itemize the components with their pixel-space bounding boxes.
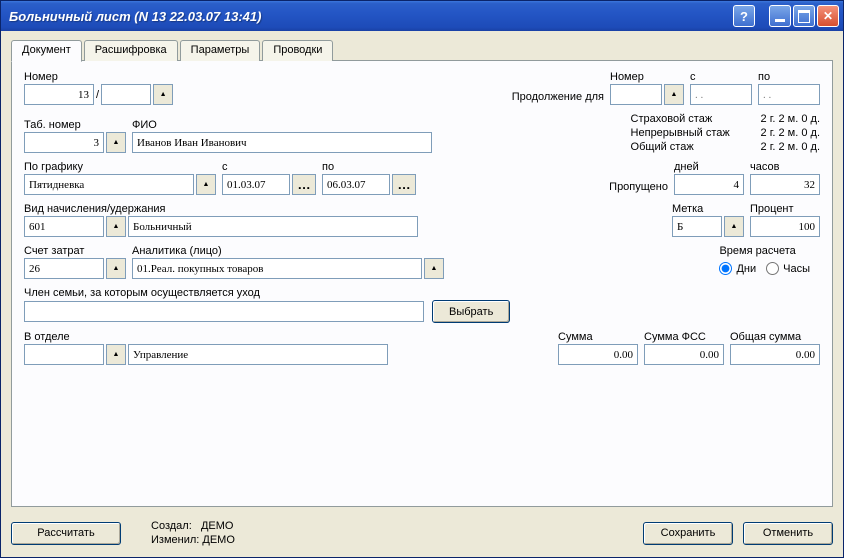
fss-input[interactable] (644, 344, 724, 365)
window-title: Больничный лист (N 13 22.03.07 13:41) (9, 9, 733, 24)
family-input[interactable] (24, 301, 424, 322)
schedule-label: По графику (24, 161, 216, 173)
cost-acc-input[interactable] (24, 258, 104, 279)
tab-document[interactable]: Документ (11, 40, 82, 62)
tabno-input[interactable] (24, 132, 104, 153)
number-sub-input[interactable] (101, 84, 151, 105)
number-slash: / (96, 89, 99, 101)
cancel-button[interactable]: Отменить (743, 522, 833, 545)
analytics-dropdown-icon[interactable] (424, 258, 444, 279)
mark-input[interactable] (672, 216, 722, 237)
select-button[interactable]: Выбрать (432, 300, 510, 323)
accrual-code-input[interactable] (24, 216, 104, 237)
dept-name-input[interactable] (128, 344, 388, 365)
accrual-label: Вид начисления/удержания (24, 203, 418, 215)
continuation-label: Продолжение для (512, 91, 604, 103)
fss-label: Сумма ФСС (644, 331, 724, 343)
tab-decoding[interactable]: Расшифровка (84, 40, 178, 61)
number-input[interactable] (24, 84, 94, 105)
mark-label: Метка (672, 203, 744, 215)
maximize-button[interactable] (793, 5, 815, 27)
accrual-code-dropdown-icon[interactable] (106, 216, 126, 237)
tot-stazh-label: Общий стаж (631, 141, 751, 153)
tab-postings[interactable]: Проводки (262, 40, 333, 61)
radio-hours[interactable]: Часы (766, 262, 810, 275)
cont-to-input[interactable] (758, 84, 820, 105)
missed-label: Пропущено (609, 181, 668, 193)
sched-to-picker-icon[interactable] (392, 174, 416, 195)
audit-info: Создал: ДЕМО Изменил: ДЕМО (151, 519, 235, 547)
hours-label: часов (750, 161, 820, 173)
fio-input[interactable] (132, 132, 432, 153)
titlebar: Больничный лист (N 13 22.03.07 13:41) (1, 1, 843, 31)
radio-days[interactable]: Дни (719, 262, 756, 275)
tot-stazh-value: 2 г. 2 м. 0 д. (761, 141, 820, 153)
hours-input[interactable] (750, 174, 820, 195)
cont-from-input[interactable] (690, 84, 752, 105)
window: Больничный лист (N 13 22.03.07 13:41) До… (0, 0, 844, 558)
tabno-label: Таб. номер (24, 119, 126, 131)
nep-stazh-label: Непрерывный стаж (631, 127, 751, 139)
help-button[interactable] (733, 5, 755, 27)
minimize-button[interactable] (769, 5, 791, 27)
fio-label: ФИО (132, 119, 432, 131)
timemode-label: Время расчета (719, 245, 820, 257)
calculate-button[interactable]: Рассчитать (11, 522, 121, 545)
ins-stazh-label: Страховой стаж (631, 113, 751, 125)
tabno-dropdown-icon[interactable] (106, 132, 126, 153)
ins-stazh-value: 2 г. 2 м. 0 д. (761, 113, 820, 125)
sum-input[interactable] (558, 344, 638, 365)
sched-to-label: по (322, 161, 416, 173)
tab-bar: Документ Расшифровка Параметры Проводки (11, 40, 833, 61)
cont-number-input[interactable] (610, 84, 662, 105)
dept-label: В отделе (24, 331, 388, 343)
cont-number-label: Номер (610, 71, 684, 83)
cont-from-label: с (690, 71, 752, 83)
schedule-input[interactable] (24, 174, 194, 195)
schedule-dropdown-icon[interactable] (196, 174, 216, 195)
days-input[interactable] (674, 174, 744, 195)
dept-code-input[interactable] (24, 344, 104, 365)
days-label: дней (674, 161, 744, 173)
total-label: Общая сумма (730, 331, 820, 343)
cont-to-label: по (758, 71, 820, 83)
sched-from-input[interactable] (222, 174, 290, 195)
number-dropdown-icon[interactable] (153, 84, 173, 105)
sum-label: Сумма (558, 331, 638, 343)
accrual-name-input[interactable] (128, 216, 418, 237)
total-input[interactable] (730, 344, 820, 365)
number-label: Номер (24, 71, 173, 83)
percent-label: Процент (750, 203, 820, 215)
close-button[interactable] (817, 5, 839, 27)
cont-number-dropdown-icon[interactable] (664, 84, 684, 105)
analytics-input[interactable] (132, 258, 422, 279)
sched-from-label: с (222, 161, 316, 173)
cost-acc-dropdown-icon[interactable] (106, 258, 126, 279)
mark-dropdown-icon[interactable] (724, 216, 744, 237)
cost-acc-label: Счет затрат (24, 245, 126, 257)
family-label: Член семьи, за которым осуществляется ух… (24, 287, 510, 299)
save-button[interactable]: Сохранить (643, 522, 733, 545)
sched-from-picker-icon[interactable] (292, 174, 316, 195)
dept-dropdown-icon[interactable] (106, 344, 126, 365)
nep-stazh-value: 2 г. 2 м. 0 д. (761, 127, 820, 139)
percent-input[interactable] (750, 216, 820, 237)
analytics-label: Аналитика (лицо) (132, 245, 444, 257)
sched-to-input[interactable] (322, 174, 390, 195)
tab-params[interactable]: Параметры (180, 40, 261, 61)
